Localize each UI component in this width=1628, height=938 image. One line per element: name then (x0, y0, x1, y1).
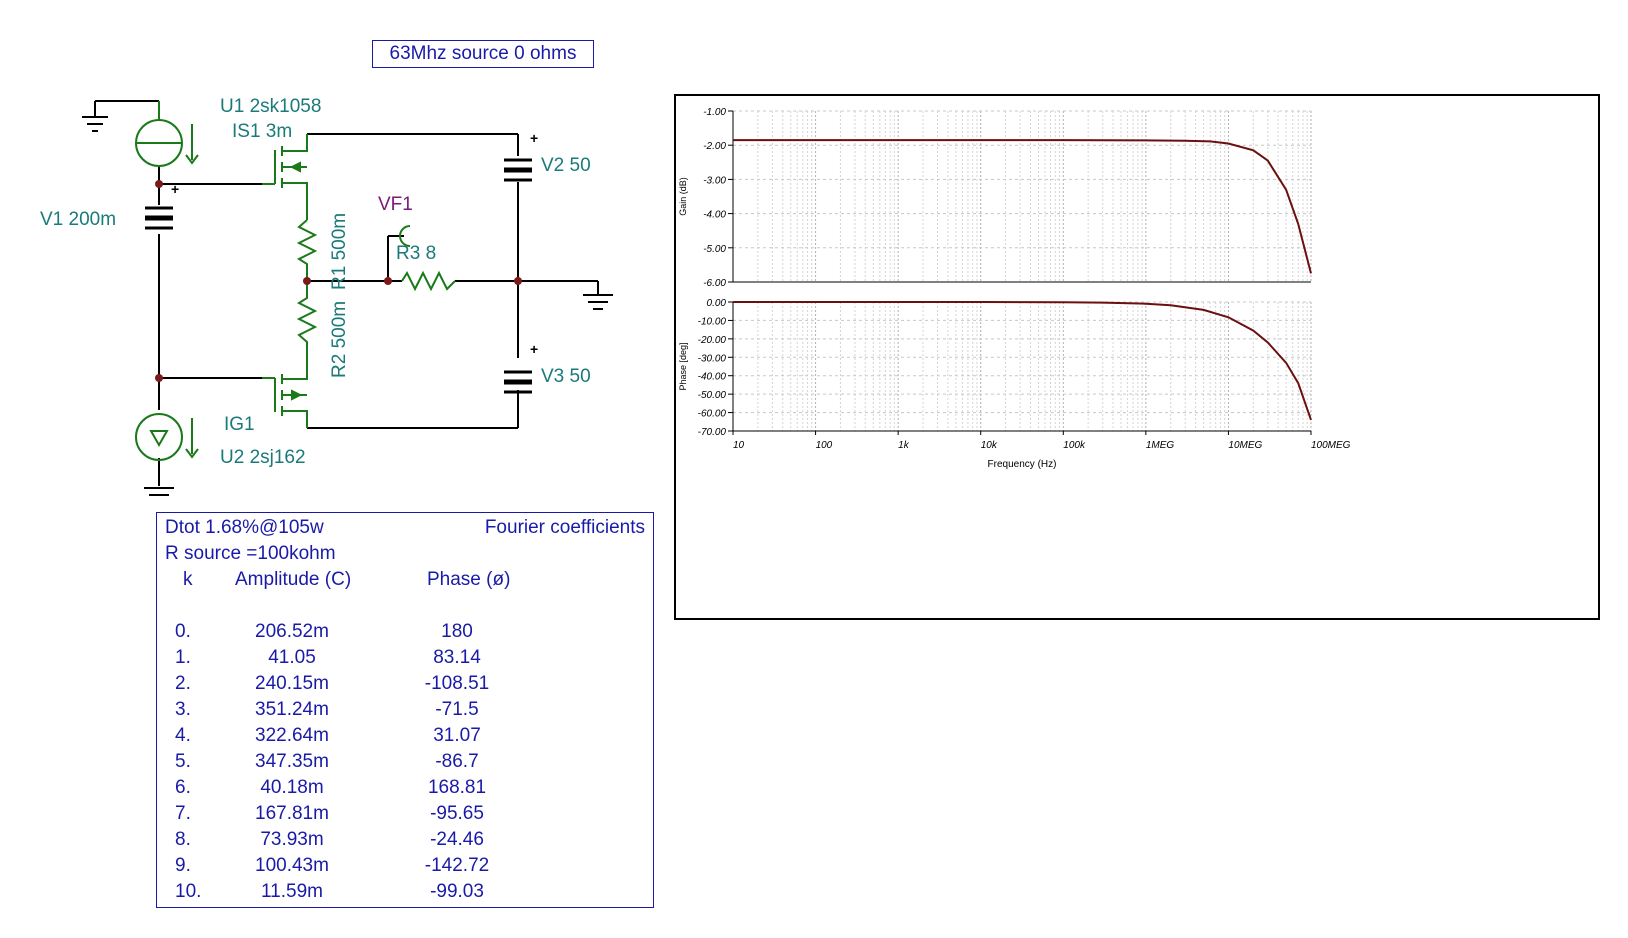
y-tick-label: -3.00 (703, 175, 726, 186)
phase-ylabel: Phase [deg] (678, 342, 688, 390)
y-tick-label: 0.00 (707, 298, 727, 309)
y-tick-label: -60.00 (698, 409, 727, 420)
x-tick-label: 1MEG (1146, 440, 1175, 451)
x-tick-label: 1k (898, 440, 910, 451)
x-tick-label: 10k (981, 440, 998, 451)
gain-ylabel: Gain (dB) (678, 177, 688, 216)
y-tick-label: -10.00 (698, 316, 727, 327)
x-tick-label: 100 (816, 440, 833, 451)
y-tick-label: -2.00 (703, 141, 726, 152)
x-tick-label: 10MEG (1228, 440, 1262, 451)
y-tick-label: -50.00 (698, 390, 727, 401)
y-tick-label: -5.00 (703, 244, 726, 255)
y-tick-label: -4.00 (703, 210, 726, 221)
y-tick-label: -70.00 (698, 427, 727, 438)
y-tick-label: -40.00 (698, 372, 727, 383)
x-tick-label: 100k (1063, 440, 1086, 451)
y-tick-label: -20.00 (698, 335, 727, 346)
bode-plots: -1.00 -2.00 -3.00 -4.00 -5.00 -6.00 Gain (dB) 0… (678, 107, 1351, 470)
x-tick-label: 100MEG (1311, 440, 1351, 451)
x-axis-label: Frequency (Hz) (988, 459, 1057, 470)
y-tick-label: -30.00 (698, 353, 727, 364)
y-tick-label: -1.00 (703, 107, 726, 118)
y-tick-label: -6.00 (703, 278, 726, 289)
x-tick-label: 10 (733, 440, 745, 451)
